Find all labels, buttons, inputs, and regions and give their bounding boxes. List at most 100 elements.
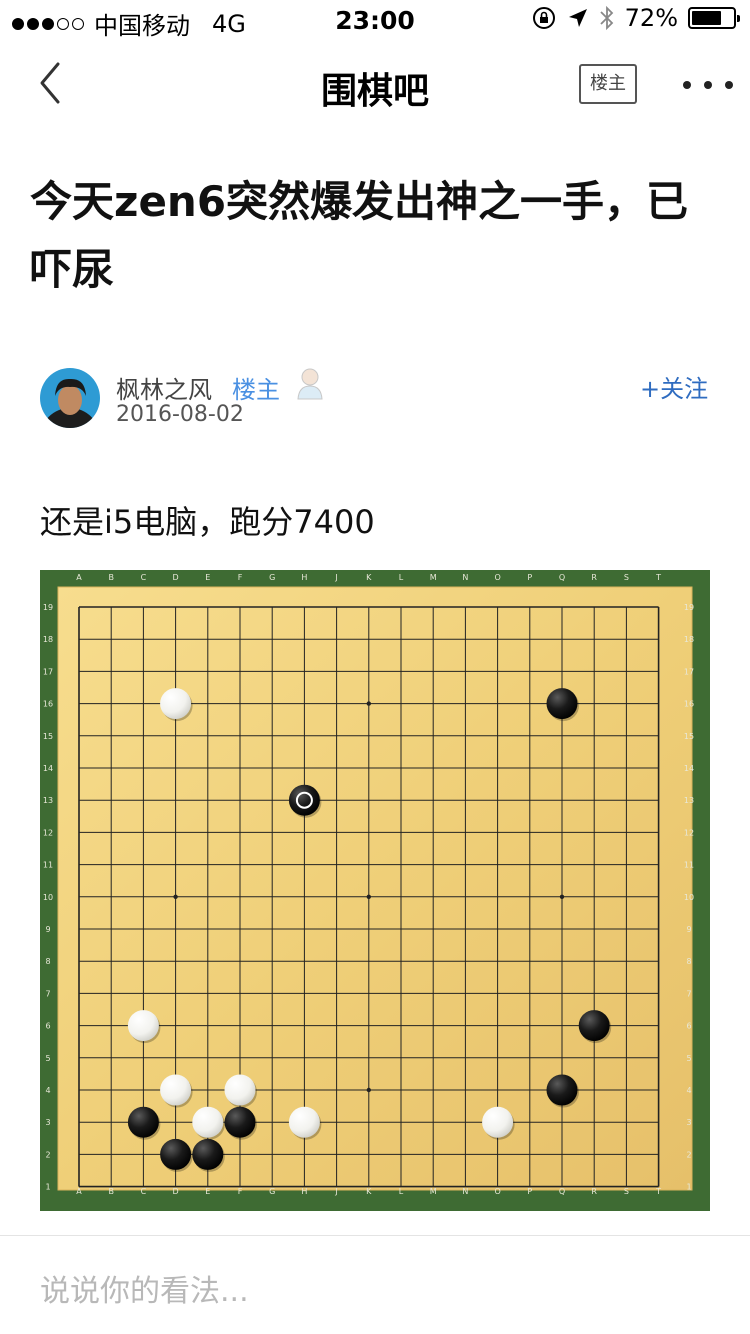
column-label: B <box>108 1187 114 1196</box>
column-label: G <box>269 573 275 582</box>
column-label: N <box>462 573 468 582</box>
comment-bar: 说说你的看法... <box>0 1235 750 1334</box>
column-label: J <box>334 1187 337 1196</box>
column-label: L <box>399 1187 404 1196</box>
column-label: T <box>655 1187 661 1196</box>
row-label: 16 <box>43 700 53 709</box>
column-label: O <box>494 573 500 582</box>
column-label: P <box>527 573 532 582</box>
column-label: M <box>430 573 437 582</box>
op-badge: 楼主 <box>232 376 280 404</box>
row-label: 5 <box>686 1054 691 1063</box>
row-label: 7 <box>686 989 691 998</box>
row-label: 11 <box>684 861 694 870</box>
row-label: 12 <box>43 828 53 837</box>
battery-level <box>692 11 721 25</box>
row-label: 18 <box>43 635 53 644</box>
row-label: 11 <box>43 861 53 870</box>
column-label: F <box>238 1187 243 1196</box>
go-board-image: A A B B C C D D E E F F G G H H J J K K L L M M N N O O P P Q Q R R S S T T 19… <box>40 570 710 1211</box>
column-label: R <box>591 573 597 582</box>
row-label: 13 <box>684 796 694 805</box>
row-label: 14 <box>43 764 53 773</box>
row-label: 19 <box>43 603 53 612</box>
row-label: 3 <box>686 1118 691 1127</box>
row-label: 9 <box>686 925 691 934</box>
row-label: 15 <box>684 732 694 741</box>
column-label: Q <box>559 1187 565 1196</box>
row-label: 12 <box>684 828 694 837</box>
row-label: 8 <box>686 957 691 966</box>
row-label: 16 <box>684 700 694 709</box>
row-label: 6 <box>45 1022 50 1031</box>
column-label: S <box>624 1187 629 1196</box>
row-label: 8 <box>45 957 50 966</box>
column-label: P <box>527 1187 532 1196</box>
column-label: D <box>173 1187 179 1196</box>
more-options-icon[interactable] <box>683 68 733 102</box>
column-label: S <box>624 573 629 582</box>
post-title: 今天zen6突然爆发出神之一手，已吓尿 <box>30 177 689 294</box>
row-label: 17 <box>43 667 53 676</box>
status-bar: 中国移动 4G 23:00 72% <box>0 0 750 40</box>
star-point <box>366 1087 371 1093</box>
row-label: 18 <box>684 635 694 644</box>
column-label: G <box>269 1187 275 1196</box>
avatar[interactable] <box>40 368 100 428</box>
row-label: 14 <box>684 764 694 773</box>
bluetooth-icon <box>600 5 613 31</box>
row-label: 4 <box>686 1086 691 1095</box>
star-point <box>173 894 178 899</box>
status-right: 72% <box>531 4 740 32</box>
post-body: 还是i5电脑，跑分7400 <box>40 503 375 541</box>
battery-percent: 72% <box>624 4 678 32</box>
go-board: AABBCCDDEEFFGGHHJJKKLLMMNNOOPPQQRRSSTT19… <box>43 573 694 1196</box>
comment-input[interactable]: 说说你的看法... <box>40 1266 249 1310</box>
row-label: 10 <box>684 893 694 902</box>
row-label: 5 <box>45 1054 50 1063</box>
column-label: L <box>399 573 404 582</box>
row-label: 10 <box>43 893 53 902</box>
row-label: 19 <box>684 603 694 612</box>
column-label: T <box>655 573 661 582</box>
row-label: 3 <box>45 1118 50 1127</box>
column-label: E <box>205 573 210 582</box>
user-level-icon <box>297 368 323 400</box>
author-name[interactable]: 枫林之风 <box>116 370 212 405</box>
column-label: E <box>205 1187 210 1196</box>
row-label: 2 <box>45 1150 50 1159</box>
column-label: O <box>494 1187 500 1196</box>
post-date: 2016-08-02 <box>116 402 244 427</box>
row-label: 13 <box>43 796 53 805</box>
row-label: 6 <box>686 1022 691 1031</box>
row-label: 17 <box>684 667 694 676</box>
row-label: 1 <box>45 1183 50 1192</box>
column-label: K <box>366 573 372 582</box>
row-label: 1 <box>686 1183 691 1192</box>
column-label: A <box>76 1187 82 1196</box>
row-label: 2 <box>686 1150 691 1159</box>
column-label: H <box>301 573 307 582</box>
page-title: 围棋吧 <box>320 71 429 112</box>
star-point <box>366 894 371 899</box>
column-label: N <box>462 1187 468 1196</box>
column-label: Q <box>559 573 565 582</box>
op-only-button[interactable]: 楼主 <box>579 64 637 104</box>
column-label: A <box>76 573 82 582</box>
nav-bar: 围棋吧 楼主 <box>0 40 750 128</box>
column-label: H <box>301 1187 307 1196</box>
column-label: C <box>141 1187 147 1196</box>
row-label: 9 <box>45 925 50 934</box>
follow-button[interactable]: +关注 <box>640 369 708 404</box>
location-arrow-icon <box>568 9 587 27</box>
star-point <box>559 894 565 899</box>
row-label: 15 <box>43 732 53 741</box>
battery-icon <box>688 7 740 29</box>
column-label: K <box>366 1187 372 1196</box>
star-point <box>366 701 371 706</box>
column-label: R <box>591 1187 597 1196</box>
column-label: J <box>334 573 337 582</box>
column-label: M <box>430 1187 437 1196</box>
column-label: D <box>173 573 179 582</box>
row-label: 7 <box>45 989 50 998</box>
